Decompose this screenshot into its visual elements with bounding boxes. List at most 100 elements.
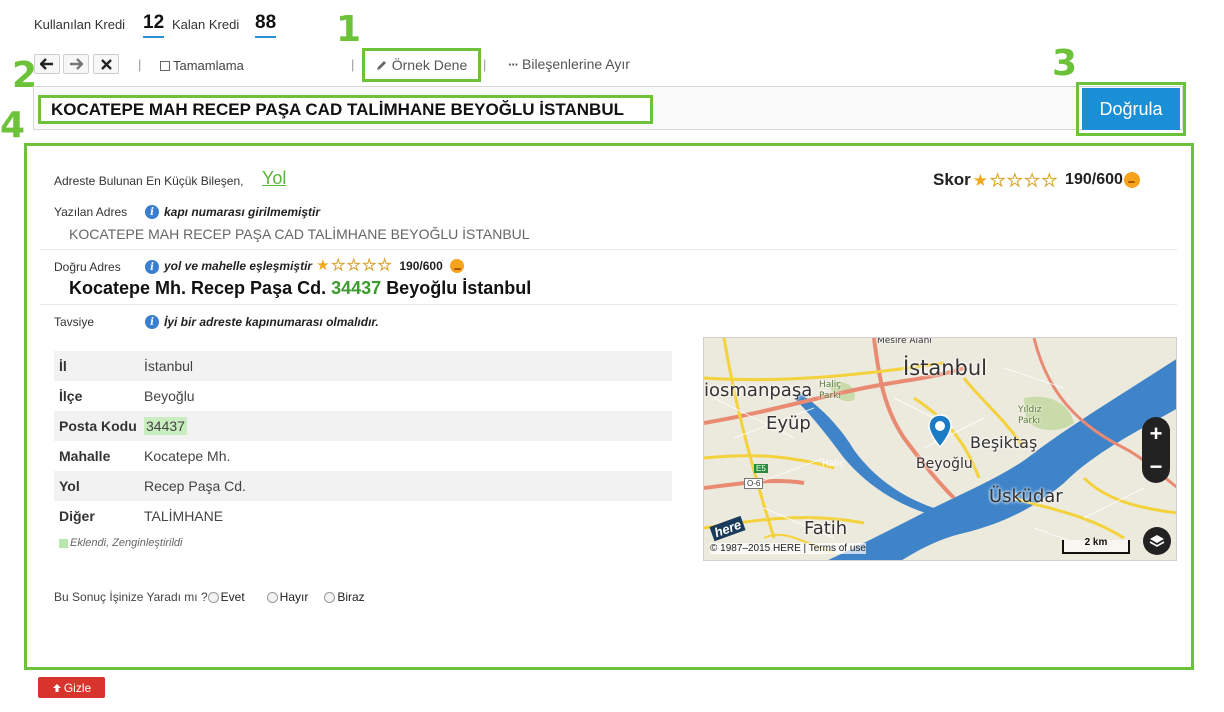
map-copyright[interactable]: © 1987–2015 HERE | Terms of use <box>710 543 866 554</box>
hide-label: Gizle <box>63 680 92 695</box>
table-row: İlçe Beyoğlu <box>54 381 672 411</box>
remaining-credit-label: Kalan Kredi <box>172 17 240 32</box>
radio-no[interactable] <box>266 591 278 603</box>
score-stars: ★ ★ ★ ★ ★ <box>972 170 1058 190</box>
components-table: İl İstanbul İlçe Beyoğlu Posta Kodu 3443… <box>54 351 672 531</box>
component-value: İstanbul <box>144 351 672 381</box>
used-credit-value: 12 <box>143 12 165 38</box>
pencil-icon <box>376 61 386 70</box>
score-value: 190/600 <box>1065 171 1123 188</box>
correct-address-postcode: 34437 <box>331 278 382 298</box>
map-view[interactable]: İstanbul Mesire Alanı iosmanpaşa Haliç P… <box>703 337 1177 561</box>
star-icon-empty: ★ <box>362 257 376 274</box>
radio-yes-label: Evet <box>220 590 245 604</box>
callout-1: 1 <box>336 9 362 50</box>
layers-icon <box>1149 535 1165 547</box>
smiley-icon <box>1123 172 1140 188</box>
correct-address-stars: ★ ★ ★ ★ ★ <box>316 257 392 274</box>
remaining-credit-value: 88 <box>255 12 277 38</box>
star-icon-empty: ★ <box>1007 170 1023 190</box>
written-address-label: Yazılan Adres <box>54 205 128 219</box>
toolbar-divider: | <box>138 57 142 72</box>
address-input[interactable]: KOCATEPE MAH RECEP PAŞA CAD TALİMHANE BE… <box>38 95 653 124</box>
advice-note: İyi bir adreste kapınumarası olmalıdır. <box>164 315 379 329</box>
verify-button-frame: Doğrula <box>1076 82 1186 136</box>
legend: Eklendi, Zenginleştirildi <box>59 537 183 549</box>
callout-4: 4 <box>0 105 26 146</box>
component-value: 34437 <box>144 411 672 441</box>
map-label-halic: Haliç <box>822 459 845 469</box>
component-key: İlçe <box>59 388 83 404</box>
correct-address-score: 190/600 <box>399 258 443 273</box>
map-label-uskudar: Üsküdar <box>989 486 1063 507</box>
star-icon-empty: ★ <box>1024 170 1040 190</box>
zoom-control: + − <box>1142 417 1170 483</box>
hide-button[interactable]: Gizle <box>38 677 105 698</box>
close-icon <box>100 58 112 70</box>
correct-address-text: Kocatepe Mh. Recep Paşa Cd. 34437 Beyoğl… <box>69 278 531 299</box>
table-row: Diğer TALİMHANE <box>54 501 672 531</box>
star-icon-empty: ★ <box>990 170 1006 190</box>
map-label-istanbul: İstanbul <box>903 356 988 380</box>
score-label: Skor <box>933 170 971 189</box>
component-key: Yol <box>54 471 144 501</box>
component-key: İl <box>54 351 144 381</box>
star-icon-empty: ★ <box>1041 170 1058 190</box>
map-label-halic-parki: Haliç Parkı <box>819 380 842 401</box>
map-shield-o6: O-6 <box>744 478 764 489</box>
checkbox-icon <box>160 60 170 71</box>
forward-button[interactable] <box>63 54 89 74</box>
correct-address-label: Doğru Adres <box>54 260 121 274</box>
map-label-besiktas: Beşiktaş <box>970 433 1038 452</box>
map-label-eyup: Eyüp <box>766 413 811 434</box>
table-row: Mahalle Kocatepe Mh. <box>54 441 672 471</box>
toolbar-divider: | <box>351 57 355 72</box>
zoom-out-button[interactable]: − <box>1142 450 1170 483</box>
info-icon: i <box>145 260 159 274</box>
star-icon-filled: ★ <box>972 170 989 190</box>
map-scale-label: 2 km <box>1084 537 1108 548</box>
star-icon-empty: ★ <box>346 257 361 274</box>
map-shield-e5: E5 <box>754 464 768 473</box>
star-icon-filled: ★ <box>316 257 330 274</box>
written-address-note: kapı numarası girilmemiştir <box>164 205 321 219</box>
component-value: Kocatepe Mh. <box>144 448 231 464</box>
smallest-component-value[interactable]: Yol <box>262 168 286 189</box>
radio-somewhat[interactable] <box>324 591 336 603</box>
clear-button[interactable] <box>93 54 119 74</box>
feedback-row: Bu Sonuç İşinize Yaradı mı ? Evet Hayır … <box>54 590 365 604</box>
used-credit-label: Kullanılan Kredi <box>34 17 126 32</box>
autocomplete-label: Tamamlama <box>173 58 244 73</box>
split-label: Bileşenlerine Ayır <box>522 56 630 72</box>
legend-swatch <box>59 538 68 548</box>
advice-label: Tavsiye <box>54 315 95 329</box>
split-components-button[interactable]: ··· Bileşenlerine Ayır <box>508 56 630 72</box>
info-icon: i <box>145 315 159 329</box>
radio-yes[interactable] <box>207 591 219 603</box>
table-row: Posta Kodu 34437 <box>54 411 672 441</box>
feedback-question: Bu Sonuç İşinize Yaradı mı ? <box>54 590 208 604</box>
map-layers-button[interactable] <box>1143 527 1171 555</box>
autocomplete-toggle[interactable]: Tamamlama <box>160 58 244 73</box>
radio-no-label: Hayır <box>279 590 309 604</box>
correct-address-district: Beyoğlu İstanbul <box>386 278 532 298</box>
verify-button[interactable]: Doğrula <box>1082 88 1180 130</box>
toolbar-divider: | <box>483 57 487 72</box>
arrow-up-icon <box>52 683 61 692</box>
back-button[interactable] <box>34 54 60 74</box>
radio-somewhat-label: Biraz <box>337 590 365 604</box>
component-value: TALİMHANE <box>144 508 224 524</box>
zoom-in-button[interactable]: + <box>1142 417 1170 450</box>
callout-3: 3 <box>1052 43 1078 84</box>
example-label: Örnek Dene <box>391 57 468 73</box>
star-icon-empty: ★ <box>377 257 392 274</box>
component-key: Posta Kodu <box>54 411 144 441</box>
smiley-icon <box>449 258 464 273</box>
score-summary: Skor ★ ★ ★ ★ ★ 190/600 <box>933 170 1140 190</box>
map-label-fatih: Fatih <box>804 518 848 539</box>
map-label-beyoglu: Beyoğlu <box>916 456 973 472</box>
table-row: İl İstanbul <box>54 351 672 381</box>
example-button[interactable]: Örnek Dene <box>362 48 481 82</box>
divider <box>40 304 1177 305</box>
arrow-left-icon <box>40 58 53 70</box>
